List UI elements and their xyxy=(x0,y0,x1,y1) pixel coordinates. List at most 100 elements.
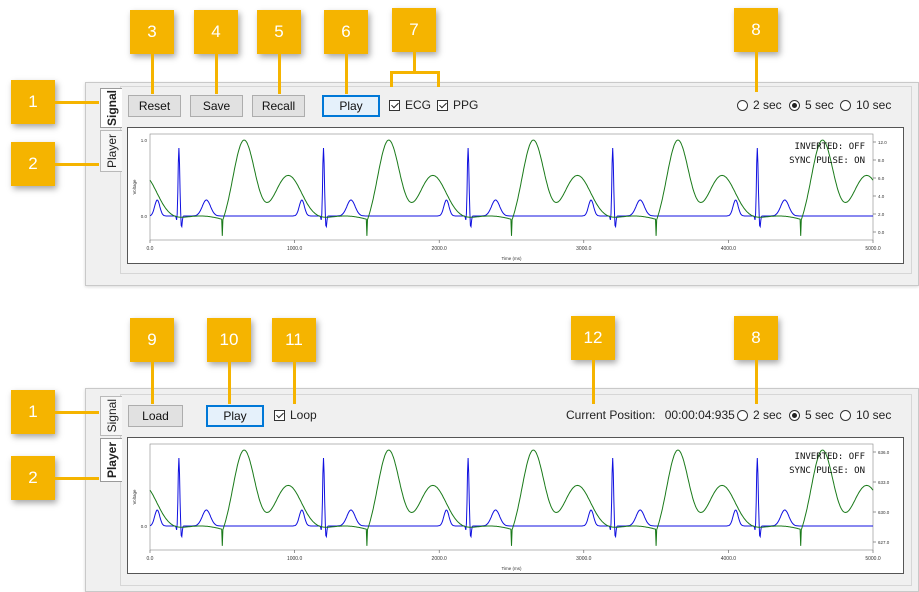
loop-checkbox-label: Loop xyxy=(290,408,317,422)
right-tick-label: 636.0 xyxy=(878,450,890,455)
play-button-label: Play xyxy=(339,99,363,113)
tab-player-label: Player xyxy=(104,133,119,168)
tab-signal[interactable]: Signal xyxy=(100,88,122,128)
callout-11-leader xyxy=(293,362,296,404)
radio-icon xyxy=(840,99,851,111)
play-button[interactable]: Play xyxy=(322,95,380,117)
y-tick-label: 1.0 xyxy=(141,138,148,143)
callout-1: 1 xyxy=(11,390,55,434)
callout-1: 1 xyxy=(11,80,55,124)
radio-icon xyxy=(737,409,748,421)
radio-10sec-label: 10 sec xyxy=(856,408,892,422)
radio-selected-icon xyxy=(789,99,800,111)
x-tick-label: 4000.0 xyxy=(721,556,737,562)
x-tick-label: 3000.0 xyxy=(576,556,592,562)
callout-10: 10 xyxy=(207,318,251,362)
callout-3-leader xyxy=(151,54,154,94)
x-tick-label: 1000.0 xyxy=(287,246,303,252)
loop-checkbox[interactable]: Loop xyxy=(274,407,317,423)
radio-5sec-label: 5 sec xyxy=(805,98,834,112)
tab-signal-label: Signal xyxy=(104,399,119,433)
radio-2sec-label: 2 sec xyxy=(753,98,782,112)
current-position-value: 00:00:04:935 xyxy=(664,408,735,422)
ppg-series-line xyxy=(149,139,874,236)
x-tick-label: 2000.0 xyxy=(432,556,448,562)
radio-10sec[interactable]: 10 sec xyxy=(840,97,891,113)
signal-chart: 0.0 1000.0 2000.0 3000.0 4000.0 5000.0 Time (m… xyxy=(127,127,904,264)
callout-6-leader xyxy=(345,54,348,94)
sync-pulse-status: SYNC PULSE: ON xyxy=(789,466,865,476)
radio-5sec[interactable]: 5 sec xyxy=(789,407,834,423)
radio-icon xyxy=(737,99,748,111)
y-tick-label: 0.0 xyxy=(141,214,148,219)
current-position-label: Current Position: xyxy=(566,408,656,422)
inverted-status: INVERTED: OFF xyxy=(794,452,865,462)
right-tick-label: 6.0 xyxy=(878,176,885,181)
x-tick-label: 4000.0 xyxy=(721,246,737,252)
tab-signal[interactable]: Signal xyxy=(100,396,122,436)
callout-1-leader xyxy=(55,101,99,104)
reset-button-label: Reset xyxy=(138,99,171,113)
ecg-checkbox-label: ECG xyxy=(405,98,432,112)
callout-7-bracket-left xyxy=(390,71,393,87)
ppg-checkbox[interactable]: PPG xyxy=(437,97,478,113)
reset-button[interactable]: Reset xyxy=(128,95,181,117)
checkbox-checked-icon xyxy=(437,99,448,111)
inverted-status: INVERTED: OFF xyxy=(794,142,865,152)
x-tick-label: 0.0 xyxy=(147,556,154,562)
x-tick-label: 0.0 xyxy=(147,246,154,252)
radio-2sec[interactable]: 2 sec xyxy=(737,407,782,423)
radio-icon xyxy=(840,409,851,421)
callout-9-leader xyxy=(151,362,154,404)
ecg-checkbox[interactable]: ECG xyxy=(389,97,431,113)
right-tick-label: 627.0 xyxy=(878,540,890,545)
x-tick-label: 1000.0 xyxy=(287,556,303,562)
right-tick-label: 630.0 xyxy=(878,510,890,515)
save-button-label: Save xyxy=(202,99,231,113)
play-button[interactable]: Play xyxy=(206,405,264,427)
signal-chart-svg: 0.0 1000.0 2000.0 3000.0 4000.0 5000.0 Time (m… xyxy=(132,133,887,261)
checkbox-checked-icon xyxy=(389,99,400,111)
player-chart-svg: 0.0 1000.0 2000.0 3000.0 4000.0 5000.0 Time (m… xyxy=(132,443,890,571)
tab-player-label: Player xyxy=(104,441,119,479)
callout-3: 3 xyxy=(130,10,174,54)
radio-5sec-label: 5 sec xyxy=(805,408,834,422)
callout-7-bracket xyxy=(390,71,440,74)
callout-6: 6 xyxy=(324,10,368,54)
checkbox-checked-icon xyxy=(274,409,285,421)
right-tick-label: 633.0 xyxy=(878,480,890,485)
x-tick-label: 2000.0 xyxy=(432,246,448,252)
tab-player[interactable]: Player xyxy=(100,438,122,482)
player-chart: 0.0 1000.0 2000.0 3000.0 4000.0 5000.0 Time (m… xyxy=(127,437,904,574)
x-tick-label: 3000.0 xyxy=(576,246,592,252)
right-tick-label: 8.0 xyxy=(878,158,885,163)
callout-8-leader xyxy=(755,52,758,92)
callout-11: 11 xyxy=(272,318,316,362)
sync-pulse-status: SYNC PULSE: ON xyxy=(789,156,865,166)
load-button[interactable]: Load xyxy=(128,405,183,427)
radio-5sec[interactable]: 5 sec xyxy=(789,97,834,113)
x-axis-label: Time (ms) xyxy=(501,566,522,571)
status-readout: INVERTED: OFF SYNC PULSE: ON xyxy=(789,450,865,478)
callout-4: 4 xyxy=(194,10,238,54)
tab-signal-label: Signal xyxy=(104,89,119,126)
load-button-label: Load xyxy=(142,409,169,423)
radio-10sec[interactable]: 10 sec xyxy=(840,407,891,423)
callout-4-leader xyxy=(215,54,218,94)
callout-8: 8 xyxy=(734,316,778,360)
tab-player[interactable]: Player xyxy=(100,130,122,172)
y-axis-label: Voltage xyxy=(132,489,137,505)
recall-button[interactable]: Recall xyxy=(252,95,305,117)
callout-2-leader xyxy=(55,163,99,166)
callout-7-bracket-right xyxy=(437,71,440,87)
current-position: Current Position: 00:00:04:935 xyxy=(566,408,735,422)
callout-7: 7 xyxy=(392,8,436,52)
y-axis-label: Voltage xyxy=(132,179,137,195)
callout-2-leader xyxy=(55,477,99,480)
radio-selected-icon xyxy=(789,409,800,421)
save-button[interactable]: Save xyxy=(190,95,243,117)
radio-2sec[interactable]: 2 sec xyxy=(737,97,782,113)
y-tick-label: 0.0 xyxy=(141,524,148,529)
right-tick-label: 12.0 xyxy=(878,140,887,145)
right-tick-label: 2.0 xyxy=(878,212,885,217)
